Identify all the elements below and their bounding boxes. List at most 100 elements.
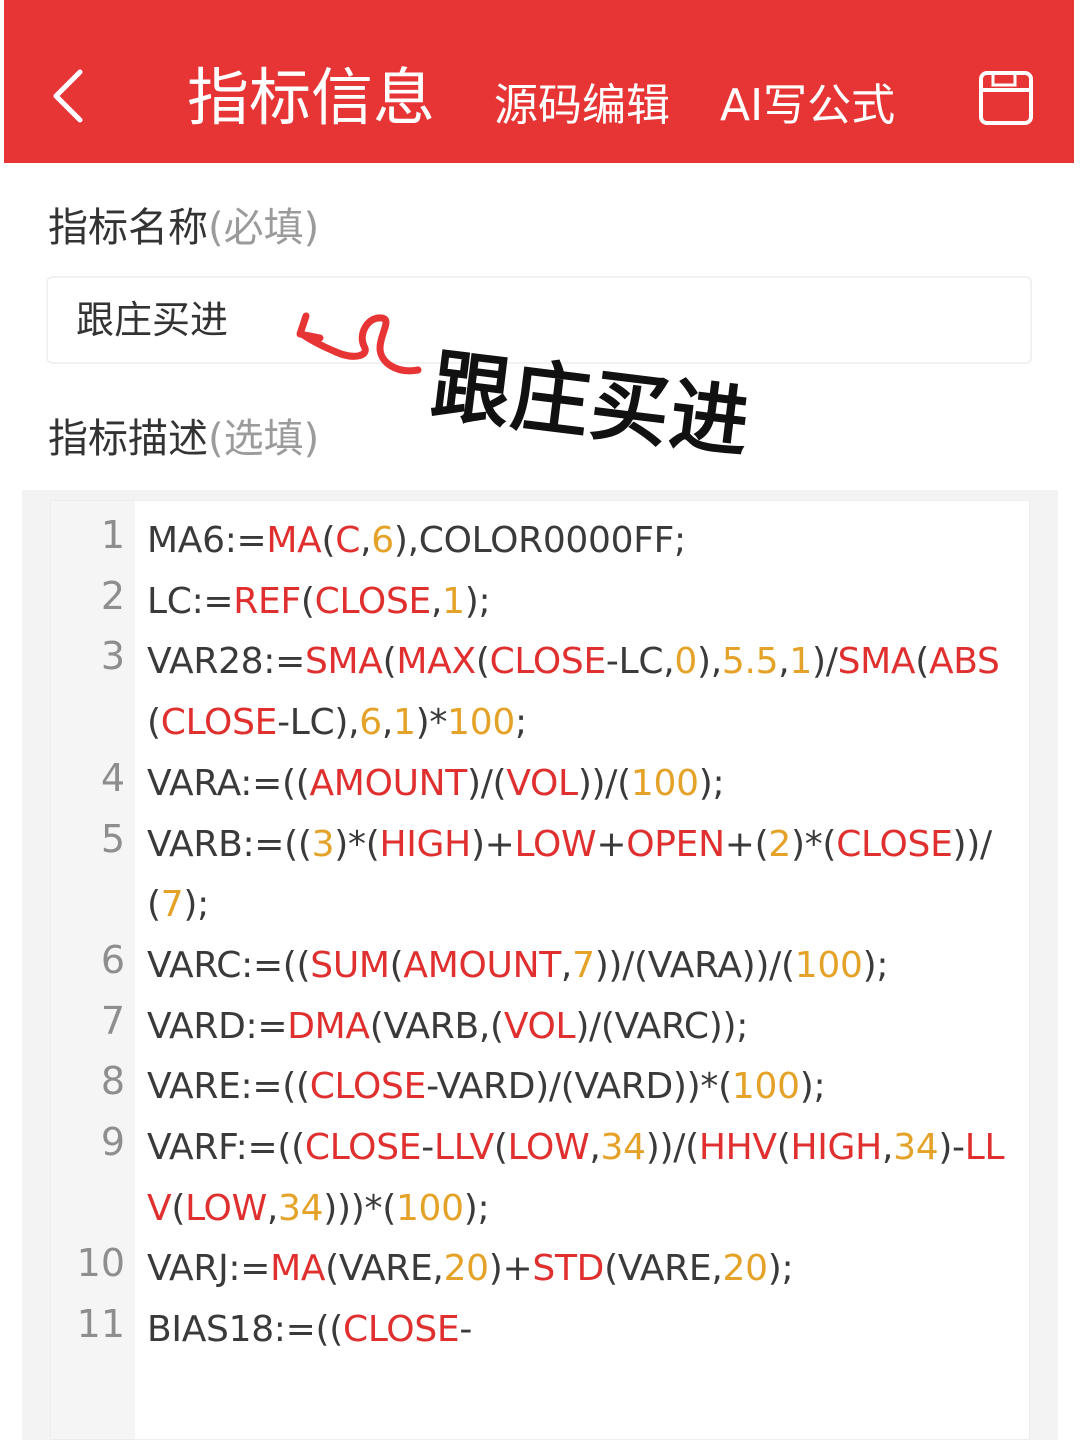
code-token: (VARB,( <box>369 1005 504 1047</box>
header-bar: 指标信息 源码编辑 AI写公式 <box>4 0 1074 163</box>
line-number: 6 <box>100 937 125 982</box>
line-number: 8 <box>100 1059 125 1104</box>
code-token: ( <box>389 944 404 986</box>
code-function: LOW <box>514 823 597 865</box>
code-text: VARC:=((SUM(AMOUNT,7))/(VARA))/(100); <box>147 936 1009 997</box>
code-function: SMA <box>837 641 916 683</box>
code-text: VARJ:=MA(VARE,20)+STD(VARE,20); <box>147 1239 1009 1300</box>
code-token: VARJ:= <box>147 1248 271 1290</box>
line-number: 2 <box>100 573 125 618</box>
code-token: ( <box>915 641 929 683</box>
code-token: , <box>560 944 573 986</box>
code-token: )))*( <box>323 1187 396 1229</box>
tab-ai-formula[interactable]: AI写公式 <box>720 80 895 132</box>
code-function: CLOSE <box>343 1309 460 1351</box>
code-token: )*( <box>790 823 837 865</box>
code-function: CLOSE <box>489 641 607 683</box>
code-function: REF <box>233 580 301 622</box>
code-number: 7 <box>572 944 595 986</box>
code-text: VARF:=((CLOSE-LLV(LOW,34))/(HHV(HIGH,34)… <box>147 1118 1009 1239</box>
line-number: 10 <box>76 1241 125 1286</box>
code-line: 4 VARA:=((AMOUNT)/(VOL))/(100); <box>51 754 1029 815</box>
code-token: (VARE, <box>604 1248 723 1290</box>
code-text: VARD:=DMA(VARB,(VOL)/(VARC)); <box>147 997 1009 1058</box>
code-token: ); <box>463 1187 490 1229</box>
save-icon[interactable] <box>976 68 1036 128</box>
code-function: VOL <box>506 762 578 804</box>
code-function: VOL <box>503 1005 576 1047</box>
code-text: VARB:=((3)*(HIGH)+LOW+OPEN+(2)*(CLOSE))/… <box>147 815 1009 936</box>
code-number: 20 <box>722 1248 768 1290</box>
code-function: MAX <box>396 641 476 683</box>
code-token: )+ <box>470 823 515 865</box>
code-number: 6 <box>359 702 382 744</box>
line-number: 9 <box>100 1120 125 1165</box>
line-number: 5 <box>100 816 125 861</box>
code-token: ); <box>464 580 491 622</box>
code-token: VARF:=(( <box>147 1127 305 1169</box>
code-function: AMOUNT <box>309 762 467 804</box>
code-token: (VARE, <box>325 1248 444 1290</box>
line-number: 7 <box>100 998 125 1043</box>
code-number: 7 <box>160 884 184 926</box>
code-function: CLOSE <box>836 823 953 865</box>
code-token: , <box>778 641 790 683</box>
code-lines: 1 MA6:=MA(C,6),COLOR0000FF; 2 LC:=REF(CLOSE… <box>51 511 1029 1361</box>
code-text: VARE:=((CLOSE-VARD)/(VARD))*(100); <box>147 1057 1009 1118</box>
code-token: VARA:=(( <box>147 762 310 804</box>
code-token: )+ <box>488 1248 533 1290</box>
code-line: 5 VARB:=((3)*(HIGH)+LOW+OPEN+(2)*(CLOSE))… <box>51 815 1029 936</box>
code-function: LOW <box>185 1187 267 1229</box>
code-token: , <box>589 1127 601 1169</box>
code-token: ), <box>696 641 722 683</box>
code-token: , <box>360 520 372 561</box>
code-token: ))/( <box>577 762 631 804</box>
line-number: 11 <box>76 1302 125 1347</box>
code-number: 1 <box>393 702 416 744</box>
code-function: CLOSE <box>160 702 278 744</box>
code-line: 11 BIAS18:=((CLOSE- <box>51 1300 1029 1361</box>
code-function: CLOSE <box>309 1066 427 1108</box>
code-number: 2 <box>768 823 791 865</box>
code-function: SMA <box>304 641 383 683</box>
code-token: ); <box>862 944 889 986</box>
code-token: - <box>459 1309 473 1351</box>
code-token: )*( <box>334 823 380 865</box>
code-text: VARA:=((AMOUNT)/(VOL))/(100); <box>147 754 1009 815</box>
tab-source-edit[interactable]: 源码编辑 <box>494 80 670 132</box>
name-label-hint: (必填) <box>208 205 320 251</box>
code-number: 100 <box>447 702 515 744</box>
code-token: BIAS18:=(( <box>147 1309 343 1351</box>
code-token: ); <box>183 884 209 926</box>
code-number: 20 <box>443 1248 490 1290</box>
code-function: HIGH <box>379 823 471 865</box>
code-function: MA <box>266 520 322 561</box>
code-token: VARD:= <box>147 1005 288 1047</box>
chevron-left-icon[interactable] <box>44 66 104 126</box>
code-function: SUM <box>310 944 390 986</box>
code-token: -VARD)/(VARD))*( <box>426 1066 732 1108</box>
code-function: CLOSE <box>314 580 432 622</box>
code-token: ( <box>382 641 397 683</box>
code-number: 0 <box>674 641 697 683</box>
code-editor[interactable]: 1 MA6:=MA(C,6),COLOR0000FF; 2 LC:=REF(CLOSE… <box>50 500 1030 1440</box>
line-number: 3 <box>100 634 125 679</box>
code-token: )/ <box>811 641 838 683</box>
code-line: 9 VARF:=((CLOSE-LLV(LOW,34))/(HHV(HIGH,34… <box>51 1118 1029 1239</box>
code-function: C <box>335 520 361 561</box>
code-token: )* <box>415 702 448 744</box>
name-input[interactable]: 跟庄买进 <box>46 276 1032 364</box>
code-token: VAR28:= <box>147 641 305 683</box>
code-token: )/( <box>466 762 507 804</box>
code-number: 6 <box>371 520 394 561</box>
code-number: 5.5 <box>721 641 779 683</box>
code-text: BIAS18:=((CLOSE- <box>147 1300 1009 1361</box>
desc-label-text: 指标描述 <box>48 416 208 462</box>
code-function: HIGH <box>790 1127 882 1169</box>
code-token: , <box>381 702 394 744</box>
code-line: 6 VARC:=((SUM(AMOUNT,7))/(VARA))/(100); <box>51 936 1029 997</box>
code-function: AMOUNT <box>403 944 561 986</box>
page-title: 指标信息 <box>187 61 436 134</box>
code-token: +( <box>724 823 769 865</box>
code-token: + <box>596 823 627 865</box>
